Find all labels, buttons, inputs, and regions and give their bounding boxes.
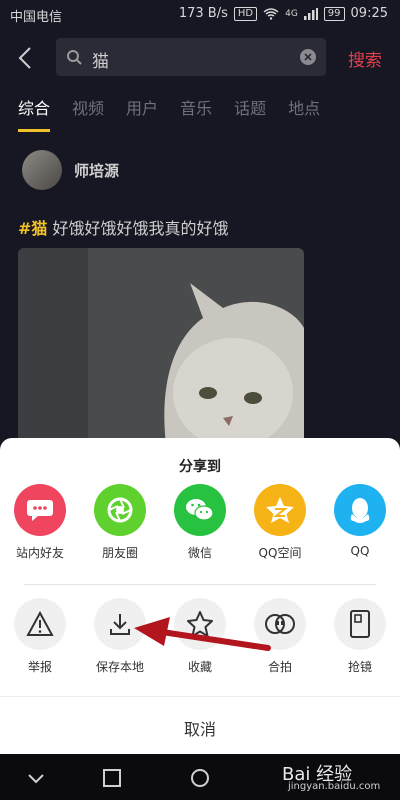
actions-row: 举报 保存本地 收藏 合拍 抢镜 (0, 598, 400, 675)
share-sheet: 分享到 站内好友 朋友圈 微信 QQ空间 QQ 举报 保存本地 收藏 合拍 抢镜… (0, 438, 400, 754)
signal-icon (303, 7, 318, 20)
action-duet[interactable]: 合拍 (241, 598, 319, 675)
action-label: 举报 (27, 660, 52, 674)
tab-music[interactable]: 音乐 (180, 95, 212, 132)
back-arrow-icon[interactable] (12, 44, 40, 72)
cancel-divider (0, 696, 400, 697)
phone-frame-icon (334, 598, 386, 650)
section-divider (24, 584, 376, 585)
share-label: 朋友圈 (101, 546, 138, 560)
watermark-url: jingyan.baidu.com (288, 781, 381, 792)
action-label: 收藏 (187, 660, 212, 674)
caption-text: 好饿好饿好饿我真的好饿 (47, 219, 229, 238)
action-react[interactable]: 抢镜 (321, 598, 399, 675)
clear-icon[interactable] (300, 49, 316, 65)
hashtag-link[interactable]: #猫 (18, 219, 47, 238)
hd-badge: HD (233, 6, 258, 21)
search-header: 猫 搜索 (0, 32, 400, 82)
search-icon (67, 50, 82, 65)
result-tabs: 综合 视频 用户 音乐 话题 地点 (18, 95, 320, 132)
share-item-in-app-friends[interactable]: 站内好友 (1, 484, 79, 561)
nav-down-icon[interactable] (22, 764, 50, 792)
tab-video[interactable]: 视频 (72, 95, 104, 132)
share-title: 分享到 (179, 459, 221, 475)
status-right: 173 B/s HD 4G 99 09:25 (179, 6, 388, 21)
tab-topics[interactable]: 话题 (234, 95, 266, 132)
warning-icon (14, 598, 66, 650)
network-speed: 173 B/s (178, 6, 228, 21)
action-report[interactable]: 举报 (1, 598, 79, 675)
share-label: QQ空间 (258, 546, 302, 560)
battery-indicator: 99 (323, 6, 345, 21)
post-thumbnail[interactable] (18, 248, 304, 458)
share-item-qzone[interactable]: QQ空间 (241, 484, 319, 561)
action-label: 合拍 (267, 660, 292, 674)
wechat-icon (174, 484, 226, 536)
share-item-moments[interactable]: 朋友圈 (81, 484, 159, 561)
share-label: QQ (350, 544, 370, 558)
duet-icon (254, 598, 306, 650)
clock: 09:25 (350, 6, 388, 21)
share-item-wechat[interactable]: 微信 (161, 484, 239, 561)
action-save-local[interactable]: 保存本地 (81, 598, 159, 675)
tab-places[interactable]: 地点 (288, 95, 320, 132)
tab-users[interactable]: 用户 (126, 95, 158, 132)
share-item-qq[interactable]: QQ (321, 484, 399, 561)
avatar[interactable] (22, 150, 62, 190)
cancel-button[interactable]: 取消 (0, 716, 400, 740)
nav-home-icon[interactable] (186, 764, 214, 792)
action-label: 抢镜 (347, 660, 372, 674)
carrier-label: 中国电信 (10, 10, 63, 25)
nav-recents-icon[interactable] (98, 764, 126, 792)
action-favorite[interactable]: 收藏 (161, 598, 239, 675)
moments-icon (94, 484, 146, 536)
username[interactable]: 师培源 (74, 160, 119, 181)
signal-label: 4G (285, 8, 298, 19)
action-label: 保存本地 (95, 660, 144, 674)
share-label: 微信 (187, 546, 212, 560)
qzone-star-icon (254, 484, 306, 536)
search-input[interactable]: 猫 (56, 38, 326, 76)
search-query: 猫 (92, 52, 109, 72)
search-button[interactable]: 搜索 (348, 46, 382, 71)
chat-bubble-icon (14, 484, 66, 536)
status-bar: 中国电信 173 B/s HD 4G 99 09:25 (0, 0, 400, 30)
share-label: 站内好友 (15, 546, 64, 560)
cat-photo (18, 248, 304, 458)
post-author[interactable]: 师培源 (22, 150, 119, 190)
star-icon (174, 598, 226, 650)
share-targets-row: 站内好友 朋友圈 微信 QQ空间 QQ (0, 484, 400, 561)
wifi-icon (263, 7, 279, 20)
download-icon (94, 598, 146, 650)
post-caption: #猫 好饿好饿好饿我真的好饿 (18, 215, 229, 239)
qq-penguin-icon (334, 484, 386, 536)
tab-all[interactable]: 综合 (18, 95, 51, 132)
